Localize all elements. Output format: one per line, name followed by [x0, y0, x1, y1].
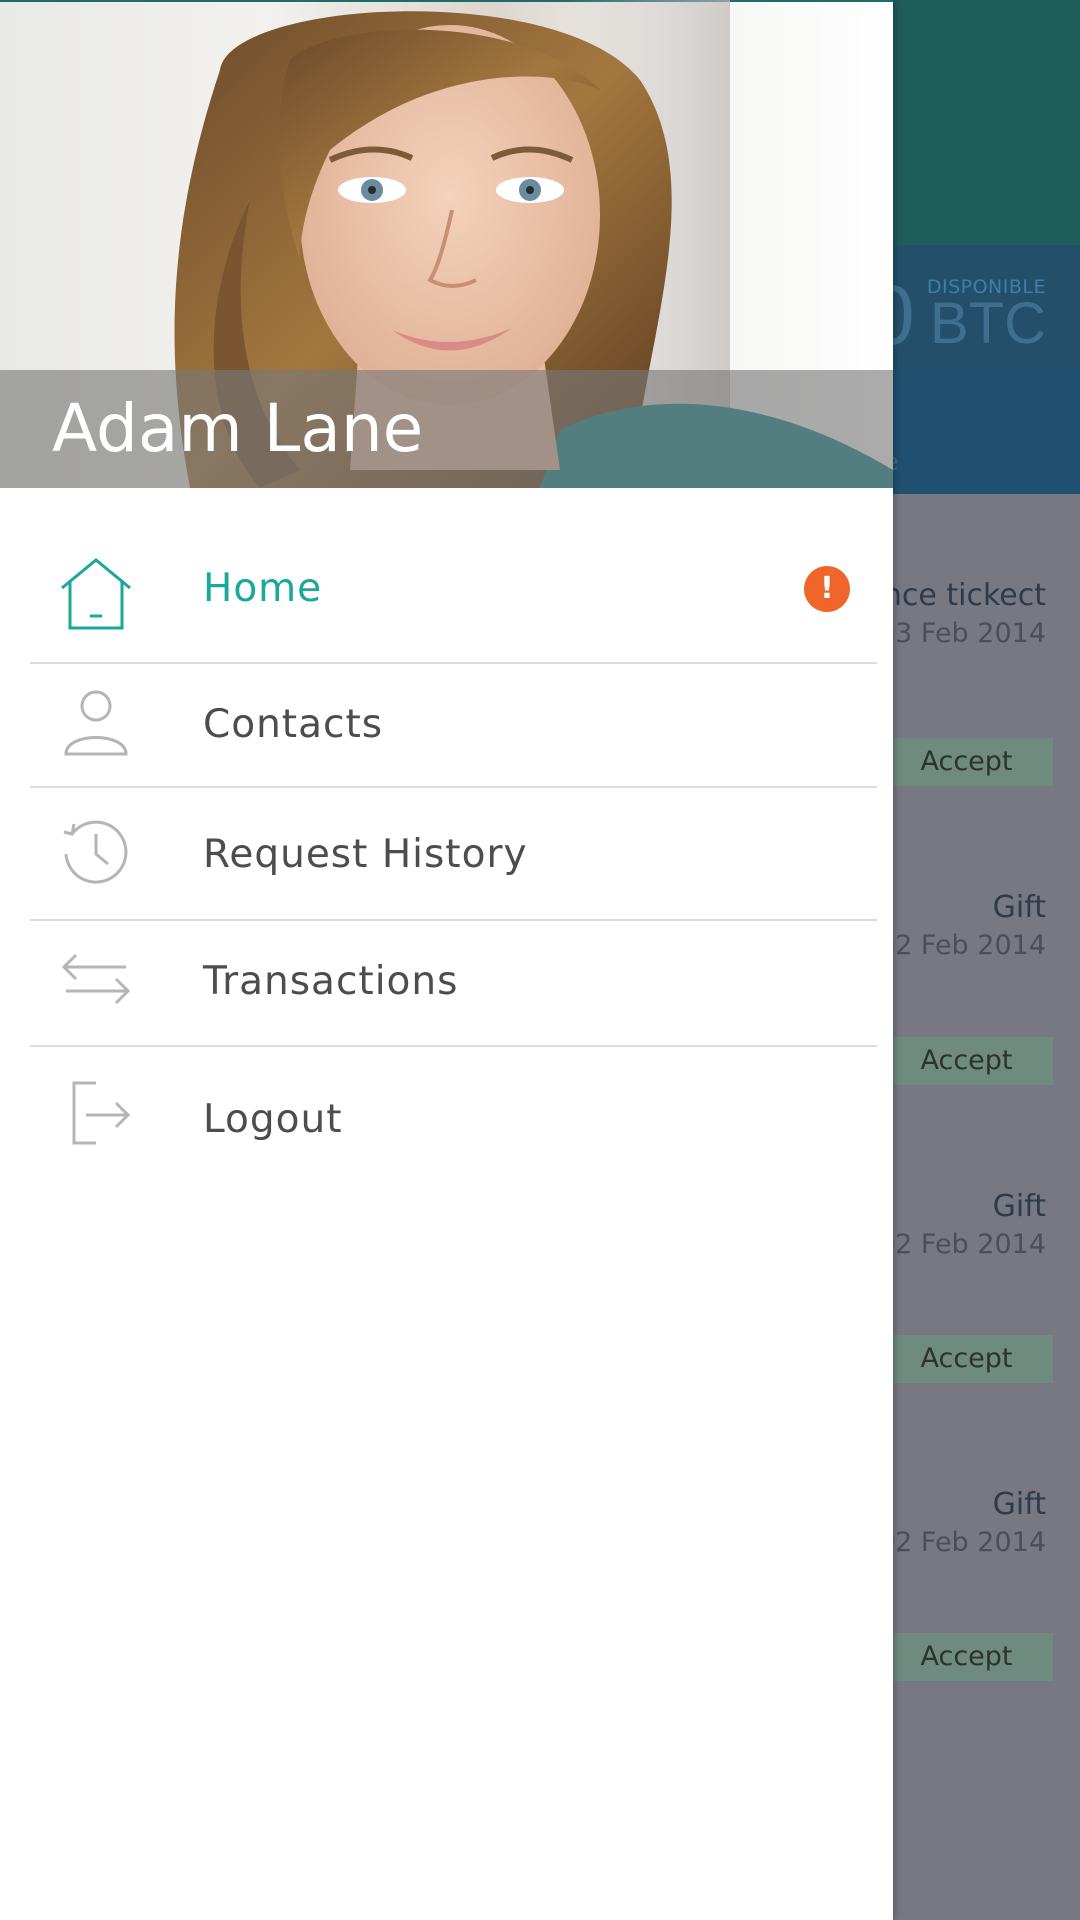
- menu-item-transactions[interactable]: Transactions: [0, 921, 893, 1047]
- transfer-arrows-icon: [56, 941, 136, 1021]
- menu-item-label: Logout: [203, 1097, 343, 1142]
- request-date: 02 Feb 2014: [877, 1527, 1046, 1558]
- menu-item-logout[interactable]: Logout: [0, 1047, 893, 1179]
- menu-item-contacts[interactable]: Contacts: [0, 664, 893, 788]
- logout-icon: [56, 1077, 136, 1157]
- menu-item-label: Request History: [203, 832, 528, 877]
- home-icon: [56, 554, 136, 634]
- alert-badge: !: [804, 566, 850, 612]
- request-title: Gift: [992, 1487, 1046, 1522]
- request-title: Gift: [992, 890, 1046, 925]
- request-date: 02 Feb 2014: [877, 930, 1046, 961]
- menu-item-label: Contacts: [203, 702, 384, 747]
- menu-item-home[interactable]: Home !: [0, 554, 893, 664]
- menu-item-label: Home: [203, 566, 323, 611]
- accept-button: Accept: [880, 1037, 1053, 1085]
- menu-item-request-history[interactable]: Request History: [0, 788, 893, 920]
- menu-item-label: Transactions: [203, 959, 459, 1004]
- profile-header: Adam Lane: [0, 0, 893, 488]
- profile-name: Adam Lane: [52, 390, 424, 467]
- navigation-drawer: Adam Lane Home ! Contacts Request Histor…: [0, 0, 893, 1920]
- request-date: 02 Feb 2014: [877, 1229, 1046, 1260]
- accept-button: Accept: [880, 1335, 1053, 1383]
- accept-button: Accept: [880, 738, 1053, 786]
- request-title: Gift: [992, 1189, 1046, 1224]
- accept-button: Accept: [880, 1633, 1053, 1681]
- request-date: 03 Feb 2014: [877, 618, 1046, 649]
- request-title: nce tickect: [882, 578, 1046, 613]
- person-icon: [56, 682, 136, 762]
- balance-currency: BTC: [930, 291, 1046, 356]
- history-icon: [56, 812, 136, 892]
